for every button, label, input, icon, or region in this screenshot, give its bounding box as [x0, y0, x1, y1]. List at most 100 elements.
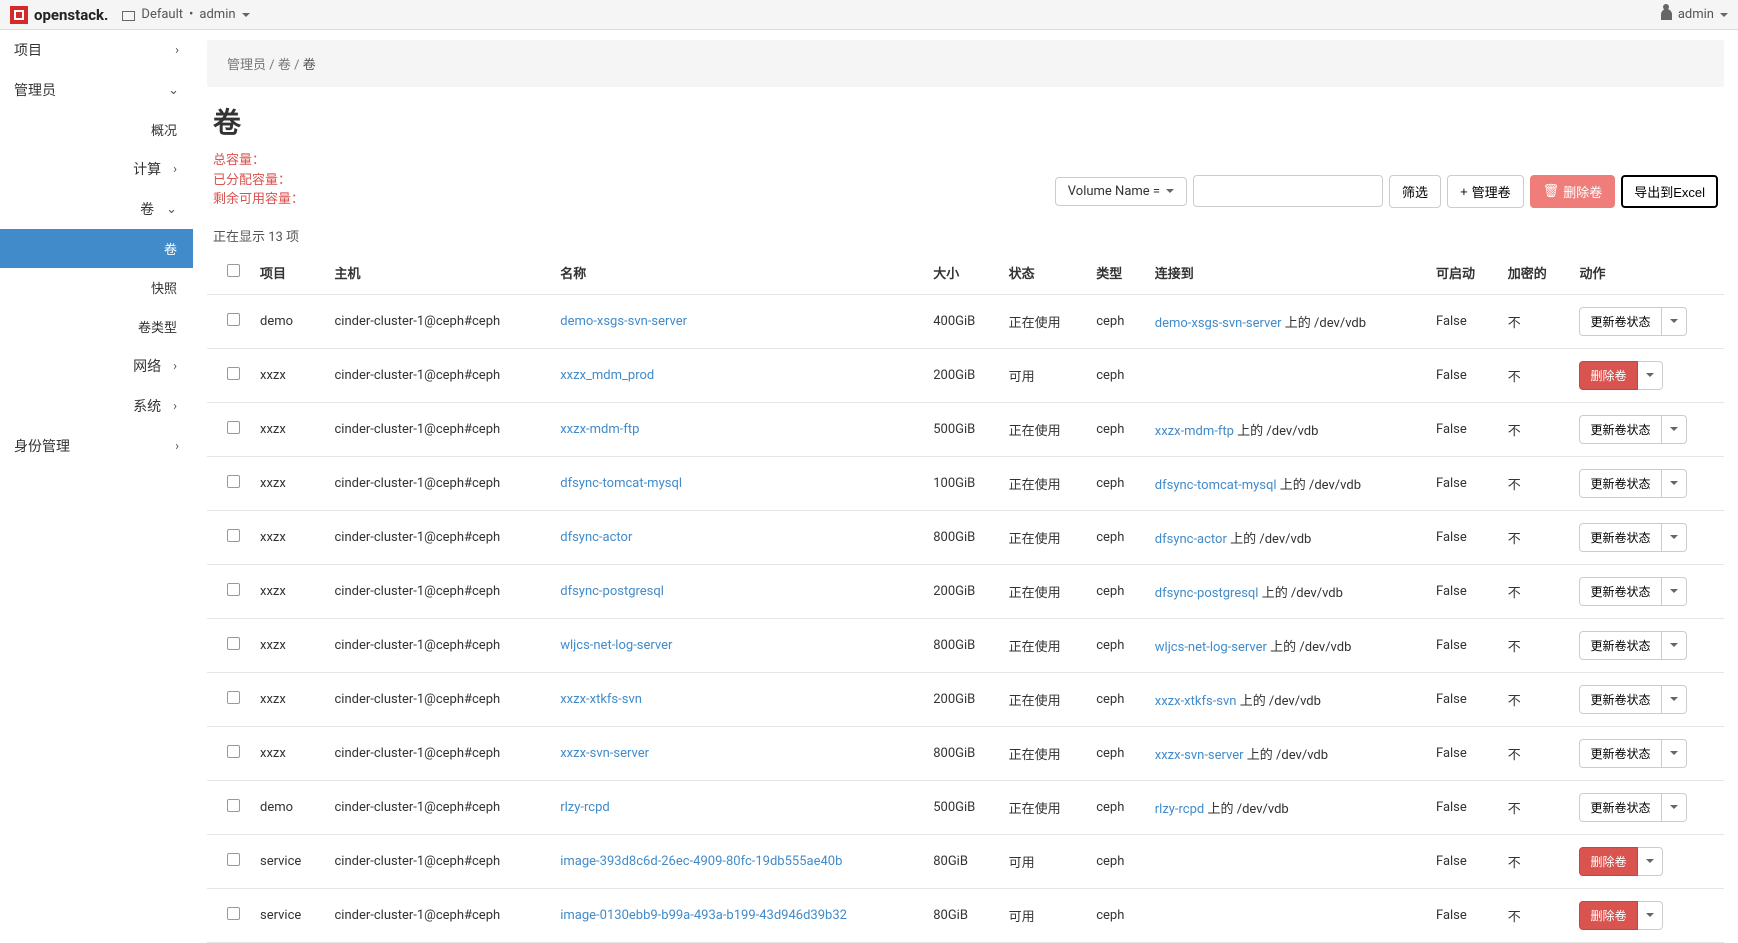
- row-checkbox[interactable]: [227, 691, 240, 704]
- volume-name-link[interactable]: xxzx-mdm-ftp: [560, 422, 639, 437]
- col-attached[interactable]: 连接到: [1145, 251, 1426, 295]
- export-excel-button[interactable]: 导出到Excel: [1621, 175, 1718, 208]
- row-action-dropdown[interactable]: [1662, 469, 1687, 498]
- col-encrypted[interactable]: 加密的: [1498, 251, 1570, 295]
- attached-instance-link[interactable]: rlzy-rcpd: [1155, 802, 1204, 817]
- row-action-dropdown[interactable]: [1638, 901, 1663, 930]
- nav-identity[interactable]: 身份管理›: [0, 426, 193, 466]
- row-action-button[interactable]: 更新卷状态: [1579, 793, 1661, 822]
- col-name[interactable]: 名称: [550, 251, 923, 295]
- row-checkbox[interactable]: [227, 421, 240, 434]
- row-action-dropdown[interactable]: [1662, 793, 1687, 822]
- row-action-button[interactable]: 更新卷状态: [1579, 739, 1661, 768]
- col-size[interactable]: 大小: [923, 251, 998, 295]
- volume-name-link[interactable]: image-0130ebb9-b99a-493a-b199-43d946d39b…: [560, 908, 847, 923]
- row-action-button[interactable]: 更新卷状态: [1579, 523, 1661, 552]
- chevron-right-icon: ›: [173, 359, 177, 374]
- row-checkbox[interactable]: [227, 367, 240, 380]
- topbar: openstack. Default • admin admin: [0, 0, 1738, 30]
- breadcrumb-admin[interactable]: 管理员: [227, 58, 266, 73]
- nav-compute[interactable]: 计算›: [0, 149, 193, 189]
- caret-down-icon: [1646, 373, 1654, 377]
- attached-instance-link[interactable]: xxzx-svn-server: [1155, 748, 1244, 763]
- main-content: 管理员 / 卷 / 卷 卷 总容量： 已分配容量： 剩余可用容量： Volume…: [193, 30, 1738, 943]
- filter-input[interactable]: [1193, 175, 1383, 207]
- row-action-dropdown[interactable]: [1662, 577, 1687, 606]
- row-action-dropdown[interactable]: [1662, 415, 1687, 444]
- volume-name-link[interactable]: wljcs-net-log-server: [560, 638, 672, 653]
- attached-instance-link[interactable]: demo-xsgs-svn-server: [1155, 316, 1282, 331]
- delete-volumes-button[interactable]: 🗑删除卷: [1530, 175, 1616, 208]
- nav-overview[interactable]: 概况: [0, 110, 193, 149]
- row-action-button[interactable]: 删除卷: [1579, 847, 1637, 876]
- row-checkbox[interactable]: [227, 799, 240, 812]
- attached-instance-link[interactable]: dfsync-postgresql: [1155, 586, 1259, 601]
- row-checkbox[interactable]: [227, 475, 240, 488]
- col-bootable[interactable]: 可启动: [1426, 251, 1498, 295]
- col-host[interactable]: 主机: [325, 251, 551, 295]
- user-menu[interactable]: admin: [1661, 7, 1728, 22]
- row-action-button[interactable]: 更新卷状态: [1579, 631, 1661, 660]
- nav-project[interactable]: 项目›: [0, 30, 193, 70]
- volume-name-link[interactable]: dfsync-actor: [560, 530, 632, 545]
- manage-volume-button[interactable]: +管理卷: [1447, 175, 1524, 208]
- row-action-dropdown[interactable]: [1662, 685, 1687, 714]
- row-action-button[interactable]: 更新卷状态: [1579, 577, 1661, 606]
- volume-name-link[interactable]: dfsync-tomcat-mysql: [560, 476, 682, 491]
- nav-network[interactable]: 网络›: [0, 346, 193, 386]
- row-checkbox[interactable]: [227, 583, 240, 596]
- context-switcher[interactable]: Default • admin: [122, 7, 249, 22]
- row-action-button[interactable]: 删除卷: [1579, 901, 1637, 930]
- nav-volume[interactable]: 卷⌄: [0, 189, 193, 229]
- row-checkbox[interactable]: [227, 853, 240, 866]
- nav-snapshots[interactable]: 快照: [0, 268, 193, 307]
- row-action-dropdown[interactable]: [1662, 523, 1687, 552]
- nav-system[interactable]: 系统›: [0, 386, 193, 426]
- row-checkbox[interactable]: [227, 313, 240, 326]
- row-action-dropdown[interactable]: [1662, 739, 1687, 768]
- cell-type: ceph: [1086, 402, 1145, 456]
- row-action-dropdown[interactable]: [1662, 631, 1687, 660]
- row-action-dropdown[interactable]: [1638, 847, 1663, 876]
- table-row: servicecinder-cluster-1@ceph#cephimage-0…: [207, 888, 1724, 942]
- row-action-dropdown[interactable]: [1638, 361, 1663, 390]
- nav-volumes[interactable]: 卷: [0, 229, 193, 268]
- nav-admin[interactable]: 管理员⌄: [0, 70, 193, 110]
- row-action-button[interactable]: 删除卷: [1579, 361, 1637, 390]
- caret-down-icon: [1670, 751, 1678, 755]
- filter-field-select[interactable]: Volume Name =: [1055, 177, 1187, 206]
- cell-attached: dfsync-actor 上的 /dev/vdb: [1145, 510, 1426, 564]
- volume-name-link[interactable]: xxzx-svn-server: [560, 746, 649, 761]
- row-action-button[interactable]: 更新卷状态: [1579, 415, 1661, 444]
- filter-button[interactable]: 筛选: [1389, 175, 1441, 208]
- row-action-button[interactable]: 更新卷状态: [1579, 469, 1661, 498]
- volume-name-link[interactable]: dfsync-postgresql: [560, 584, 664, 599]
- volume-name-link[interactable]: rlzy-rcpd: [560, 800, 609, 815]
- logo[interactable]: openstack.: [10, 6, 108, 24]
- cell-type: ceph: [1086, 672, 1145, 726]
- attached-instance-link[interactable]: dfsync-actor: [1155, 532, 1227, 547]
- select-all-checkbox[interactable]: [227, 264, 240, 277]
- cell-status: 正在使用: [999, 726, 1087, 780]
- nav-volume-types[interactable]: 卷类型: [0, 307, 193, 346]
- attached-instance-link[interactable]: xxzx-xtkfs-svn: [1155, 694, 1237, 709]
- volume-name-link[interactable]: xxzx-xtkfs-svn: [560, 692, 642, 707]
- row-action-button[interactable]: 更新卷状态: [1579, 685, 1661, 714]
- volumes-table: 项目 主机 名称 大小 状态 类型 连接到 可启动 加密的 动作 democin…: [207, 251, 1724, 943]
- col-type[interactable]: 类型: [1086, 251, 1145, 295]
- row-action-button[interactable]: 更新卷状态: [1579, 307, 1661, 336]
- row-checkbox[interactable]: [227, 907, 240, 920]
- row-checkbox[interactable]: [227, 529, 240, 542]
- row-checkbox[interactable]: [227, 745, 240, 758]
- col-status[interactable]: 状态: [999, 251, 1087, 295]
- volume-name-link[interactable]: image-393d8c6d-26ec-4909-80fc-19db555ae4…: [560, 854, 842, 869]
- volume-name-link[interactable]: xxzx_mdm_prod: [560, 368, 654, 383]
- volume-name-link[interactable]: demo-xsgs-svn-server: [560, 314, 687, 329]
- row-checkbox[interactable]: [227, 637, 240, 650]
- attached-instance-link[interactable]: xxzx-mdm-ftp: [1155, 424, 1234, 439]
- breadcrumb-volume[interactable]: 卷: [278, 58, 291, 73]
- attached-instance-link[interactable]: wljcs-net-log-server: [1155, 640, 1267, 655]
- row-action-dropdown[interactable]: [1662, 307, 1687, 336]
- col-project[interactable]: 项目: [250, 251, 325, 295]
- attached-instance-link[interactable]: dfsync-tomcat-mysql: [1155, 478, 1277, 493]
